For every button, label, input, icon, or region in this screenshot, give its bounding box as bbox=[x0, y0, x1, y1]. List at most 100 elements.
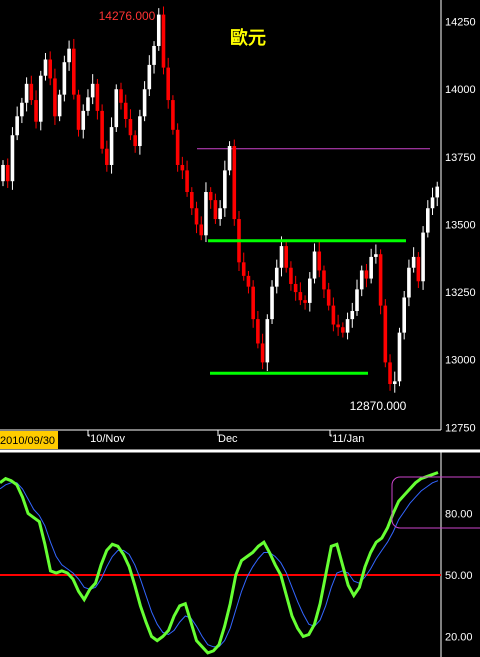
candle-down bbox=[232, 146, 237, 220]
background bbox=[0, 0, 480, 657]
candle-down bbox=[322, 270, 326, 290]
candle-up bbox=[308, 278, 312, 303]
candle-up bbox=[369, 256, 373, 279]
candle-up bbox=[38, 75, 43, 122]
candle-down bbox=[194, 208, 199, 225]
candle-down bbox=[260, 343, 265, 363]
candle-down bbox=[256, 319, 260, 344]
candle-up bbox=[435, 186, 440, 198]
candle-up bbox=[152, 45, 156, 65]
candle-down bbox=[317, 251, 322, 271]
candle-down bbox=[128, 118, 133, 136]
max-label: 14276.000 bbox=[99, 9, 156, 23]
candle-down bbox=[251, 286, 255, 320]
candle-down bbox=[166, 67, 170, 101]
candle-up bbox=[147, 64, 152, 90]
candle-down bbox=[72, 48, 76, 95]
candle-up bbox=[312, 251, 317, 279]
price-tick-label: 13000 bbox=[445, 355, 476, 367]
candle-up bbox=[274, 267, 279, 287]
candle-up bbox=[1, 164, 5, 182]
candle-down bbox=[341, 327, 345, 333]
candle-down bbox=[123, 102, 128, 119]
candle-down bbox=[208, 192, 213, 201]
candle-down bbox=[161, 14, 166, 68]
candle-up bbox=[15, 116, 19, 136]
candle-up bbox=[421, 232, 425, 282]
candle-down bbox=[331, 305, 336, 325]
chart-title: 歐元 bbox=[230, 27, 266, 49]
candle-up bbox=[430, 197, 435, 209]
candle-down bbox=[190, 192, 194, 209]
candle-down bbox=[284, 246, 288, 268]
date-tick-label: '11/Jan bbox=[330, 433, 364, 445]
candle-down bbox=[336, 324, 340, 328]
price-tick-label: 13750 bbox=[445, 152, 476, 164]
candle-up bbox=[426, 208, 430, 233]
start-date-label: 2010/09/30 bbox=[0, 435, 55, 447]
candle-down bbox=[175, 129, 180, 165]
osc-tick-label: 80.00 bbox=[445, 509, 473, 521]
price-tick-label: 13250 bbox=[445, 287, 476, 299]
candle-down bbox=[29, 83, 34, 101]
candle-down bbox=[298, 292, 303, 301]
price-tick-label: 14000 bbox=[445, 84, 476, 96]
date-tick-label: '10/Nov bbox=[88, 433, 125, 445]
candle-up bbox=[114, 89, 119, 128]
candle-up bbox=[345, 319, 350, 333]
candle-down bbox=[95, 83, 100, 111]
candle-down bbox=[119, 89, 123, 103]
candle-up bbox=[24, 83, 29, 103]
candle-down bbox=[416, 256, 421, 282]
candle-up bbox=[204, 192, 208, 236]
candle-up bbox=[86, 97, 90, 111]
candle-down bbox=[48, 59, 52, 79]
candle-down bbox=[76, 94, 81, 130]
price-tick-label: 14250 bbox=[445, 17, 476, 29]
candle-up bbox=[411, 256, 416, 268]
candle-up bbox=[392, 381, 397, 385]
candle-down bbox=[213, 200, 218, 220]
candle-up bbox=[227, 146, 232, 171]
candle-down bbox=[171, 100, 175, 130]
candle-up bbox=[10, 135, 15, 182]
candle-down bbox=[5, 164, 10, 182]
candle-down bbox=[180, 164, 185, 171]
candle-down bbox=[289, 267, 293, 284]
date-tick-label: Dec bbox=[218, 433, 238, 445]
osc-tick-label: 20.00 bbox=[445, 632, 473, 644]
candle-up bbox=[142, 89, 147, 117]
min-label: 12870.000 bbox=[350, 399, 407, 413]
candle-up bbox=[402, 297, 406, 333]
candle-up bbox=[62, 62, 67, 95]
candle-down bbox=[199, 224, 204, 236]
candle-down bbox=[383, 305, 388, 363]
candle-up bbox=[265, 319, 270, 363]
candle-up bbox=[279, 246, 284, 268]
candle-up bbox=[407, 267, 411, 298]
candle-up bbox=[57, 94, 62, 117]
candle-down bbox=[133, 135, 137, 147]
candle-up bbox=[90, 83, 95, 98]
candle-down bbox=[185, 170, 189, 193]
candle-up bbox=[350, 311, 355, 320]
candle-up bbox=[397, 332, 402, 382]
candle-down bbox=[246, 275, 251, 287]
price-tick-label: 13500 bbox=[445, 219, 476, 231]
candle-down bbox=[241, 262, 246, 276]
candle-down bbox=[364, 270, 369, 279]
candle-up bbox=[138, 116, 142, 147]
candle-down bbox=[34, 100, 38, 122]
candle-up bbox=[109, 127, 114, 165]
candle-down bbox=[100, 110, 104, 149]
candle-down bbox=[293, 283, 298, 293]
candle-down bbox=[326, 289, 331, 306]
candle-down bbox=[105, 148, 109, 165]
candle-up bbox=[374, 254, 378, 257]
candle-up bbox=[355, 289, 359, 312]
candle-up bbox=[67, 48, 71, 63]
candle-up bbox=[81, 110, 86, 130]
price-tick-label: 12750 bbox=[445, 422, 476, 434]
osc-tick-label: 50.00 bbox=[445, 570, 473, 582]
candle-up bbox=[270, 286, 274, 320]
